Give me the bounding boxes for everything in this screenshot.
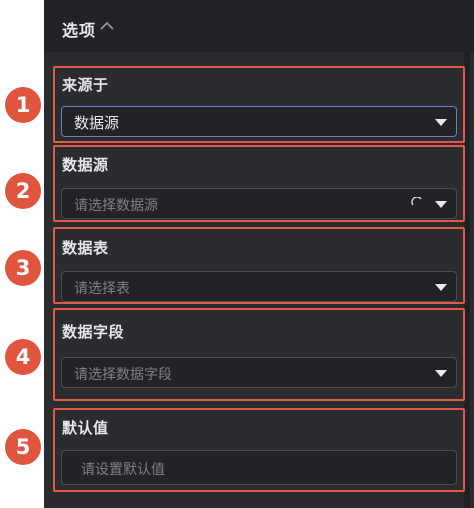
datasource-select[interactable]: 请选择数据源 bbox=[61, 188, 457, 219]
step-badge-4: 4 bbox=[5, 339, 41, 375]
default-value-input[interactable]: 请设置默认值 bbox=[61, 450, 457, 485]
source-select[interactable]: 数据源 bbox=[61, 106, 457, 137]
datatable-label: 数据表 bbox=[62, 239, 109, 257]
source-section: 来源于 数据源 bbox=[53, 66, 465, 143]
source-select-value: 数据源 bbox=[74, 114, 120, 132]
datafield-section: 数据字段 请选择数据字段 bbox=[53, 308, 465, 401]
datafield-label: 数据字段 bbox=[62, 323, 125, 341]
datafield-select[interactable]: 请选择数据字段 bbox=[61, 357, 457, 388]
dropdown-caret-icon bbox=[435, 370, 447, 377]
dropdown-caret-icon bbox=[435, 119, 447, 126]
default-value-placeholder: 请设置默认值 bbox=[81, 462, 165, 478]
step-badge-3: 3 bbox=[5, 250, 41, 286]
datatable-placeholder: 请选择表 bbox=[74, 281, 130, 297]
datatable-select[interactable]: 请选择表 bbox=[61, 271, 457, 302]
step-badge-2: 2 bbox=[5, 173, 41, 209]
dropdown-caret-icon bbox=[435, 284, 447, 291]
header-title: 选项 bbox=[62, 21, 97, 40]
loading-spinner-icon bbox=[411, 197, 422, 206]
step-badge-1: 1 bbox=[5, 87, 41, 123]
default-value-label: 默认值 bbox=[62, 419, 109, 437]
step-badge-5: 5 bbox=[5, 429, 41, 465]
dropdown-caret-icon bbox=[435, 201, 447, 208]
datasource-placeholder: 请选择数据源 bbox=[74, 198, 158, 214]
datasource-label: 数据源 bbox=[62, 156, 109, 174]
panel-header[interactable]: 选项 bbox=[44, 0, 474, 52]
source-label: 来源于 bbox=[62, 76, 109, 94]
default-value-section: 默认值 请设置默认值 bbox=[53, 408, 465, 492]
datasource-section: 数据源 请选择数据源 bbox=[53, 145, 465, 222]
chevron-up-icon[interactable] bbox=[99, 18, 115, 34]
datafield-placeholder: 请选择数据字段 bbox=[74, 367, 172, 383]
datatable-section: 数据表 请选择表 bbox=[53, 227, 465, 304]
